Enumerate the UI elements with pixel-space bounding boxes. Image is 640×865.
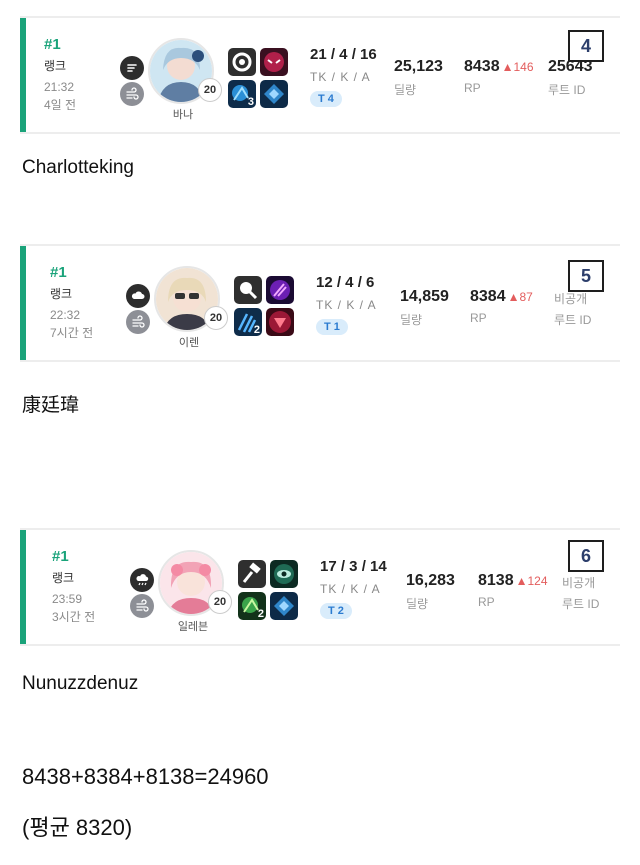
character-name: 일레븐	[177, 621, 209, 633]
player-name-caption: Nunuzzdenuz	[22, 673, 139, 694]
match-card-3[interactable]: #1 랭크 23:59 3시간 전 20 일레븐 2 17 / 3 / 14 T…	[20, 528, 620, 646]
rank-label: 랭크	[50, 287, 73, 301]
match-card-2[interactable]: #1 랭크 22:32 7시간 전 20 이렌 2 12 / 4 / 6 TK …	[20, 244, 620, 362]
player-name-caption: Charlotteking	[22, 157, 134, 178]
rp-value: 8384 ▲87	[470, 288, 533, 306]
rp-average-line: (평균 8320)	[22, 815, 133, 840]
damage-label: 딜량	[394, 83, 417, 97]
green-burst-icon[interactable]: 2	[238, 592, 266, 620]
kda-label: TK / K / A	[320, 582, 381, 596]
root-id-label: 루트 ID	[548, 83, 586, 97]
damage-value: 14,859	[400, 288, 449, 305]
haze-icon	[126, 310, 150, 334]
rp-sum-line: 8438+8384+8138=24960	[22, 764, 269, 789]
damage-value: 16,283	[406, 572, 455, 589]
item-stack-count: 2	[257, 608, 264, 620]
character-name: 바나	[172, 109, 194, 121]
blue-diamond-icon[interactable]	[260, 80, 288, 108]
match-meta: #1 랭크 23:59 3시간 전	[52, 548, 112, 625]
cloud-icon	[126, 284, 150, 308]
demon-mask-icon[interactable]	[260, 48, 288, 76]
blue-burst-icon[interactable]: 3	[228, 80, 256, 108]
character-level: 20	[204, 306, 228, 330]
rp-label: RP	[478, 595, 495, 609]
rp-delta: ▲87	[507, 290, 533, 304]
rp-number: 8384	[470, 288, 506, 305]
rp-delta: ▲146	[501, 60, 534, 74]
match-ago: 4일 전	[44, 98, 77, 112]
damage-label: 딜량	[406, 597, 429, 611]
red-triangle-icon[interactable]	[266, 308, 294, 336]
haze-icon	[120, 82, 144, 106]
character-level: 20	[198, 78, 222, 102]
rank-number: #1	[44, 36, 61, 53]
match-meta: #1 랭크 21:32 4일 전	[44, 36, 104, 113]
haze-icon	[130, 594, 154, 618]
wind-flag-icon	[120, 56, 144, 80]
purple-spark-icon[interactable]	[266, 276, 294, 304]
root-id-label: 루트 ID	[554, 313, 592, 327]
damage-label: 딜량	[400, 313, 423, 327]
rp-number: 8138	[478, 572, 514, 589]
rp-value: 8438 ▲146	[464, 58, 534, 76]
rp-number: 8438	[464, 58, 500, 75]
rp-delta: ▲124	[515, 574, 548, 588]
rank-label: 랭크	[52, 571, 75, 585]
hammer-icon[interactable]	[238, 560, 266, 588]
rank-accent-bar	[20, 18, 26, 132]
kda-value: 21 / 4 / 16	[310, 46, 377, 63]
match-time: 21:32	[44, 80, 75, 94]
gear-ring-icon[interactable]	[228, 48, 256, 76]
rp-label: RP	[464, 81, 481, 95]
match-time: 22:32	[50, 308, 81, 322]
tier-badge: T 2	[320, 603, 352, 619]
tier-badge: T 4	[310, 91, 342, 107]
root-id-value: 비공개	[554, 292, 588, 306]
player-name-caption: 康廷瑋	[22, 395, 80, 416]
match-index-badge: 6	[568, 540, 604, 572]
kda-label: TK / K / A	[316, 298, 377, 312]
blue-claw-icon[interactable]: 2	[234, 308, 262, 336]
match-index-badge: 5	[568, 260, 604, 292]
kda-value: 17 / 3 / 14	[320, 558, 387, 575]
character-level: 20	[208, 590, 232, 614]
root-id-value: 비공개	[562, 576, 596, 590]
tier-badge: T 1	[316, 319, 348, 335]
rain-cloud-icon	[130, 568, 154, 592]
rp-label: RP	[470, 311, 487, 325]
kda-value: 12 / 4 / 6	[316, 274, 375, 291]
rank-accent-bar	[20, 530, 26, 644]
item-stack-count: 3	[247, 96, 254, 108]
item-stack-count: 2	[253, 324, 260, 336]
match-ago: 3시간 전	[52, 610, 96, 624]
character-name: 이렌	[178, 337, 200, 349]
rank-number: #1	[50, 264, 67, 281]
match-ago: 7시간 전	[50, 326, 94, 340]
match-card-1[interactable]: #1 랭크 21:32 4일 전 20 바나 3 21 / 4 / 16 TK …	[20, 16, 620, 134]
green-eye-icon[interactable]	[270, 560, 298, 588]
rank-label: 랭크	[44, 59, 67, 73]
match-time: 23:59	[52, 592, 83, 606]
match-meta: #1 랭크 22:32 7시간 전	[50, 264, 110, 341]
rank-number: #1	[52, 548, 69, 565]
rp-value: 8138 ▲124	[478, 572, 548, 590]
match-index-badge: 4	[568, 30, 604, 62]
blue-diamond-icon[interactable]	[270, 592, 298, 620]
damage-value: 25,123	[394, 58, 443, 75]
rank-accent-bar	[20, 246, 26, 360]
kda-label: TK / K / A	[310, 70, 371, 84]
root-id-label: 루트 ID	[562, 597, 600, 611]
magnifier-icon[interactable]	[234, 276, 262, 304]
